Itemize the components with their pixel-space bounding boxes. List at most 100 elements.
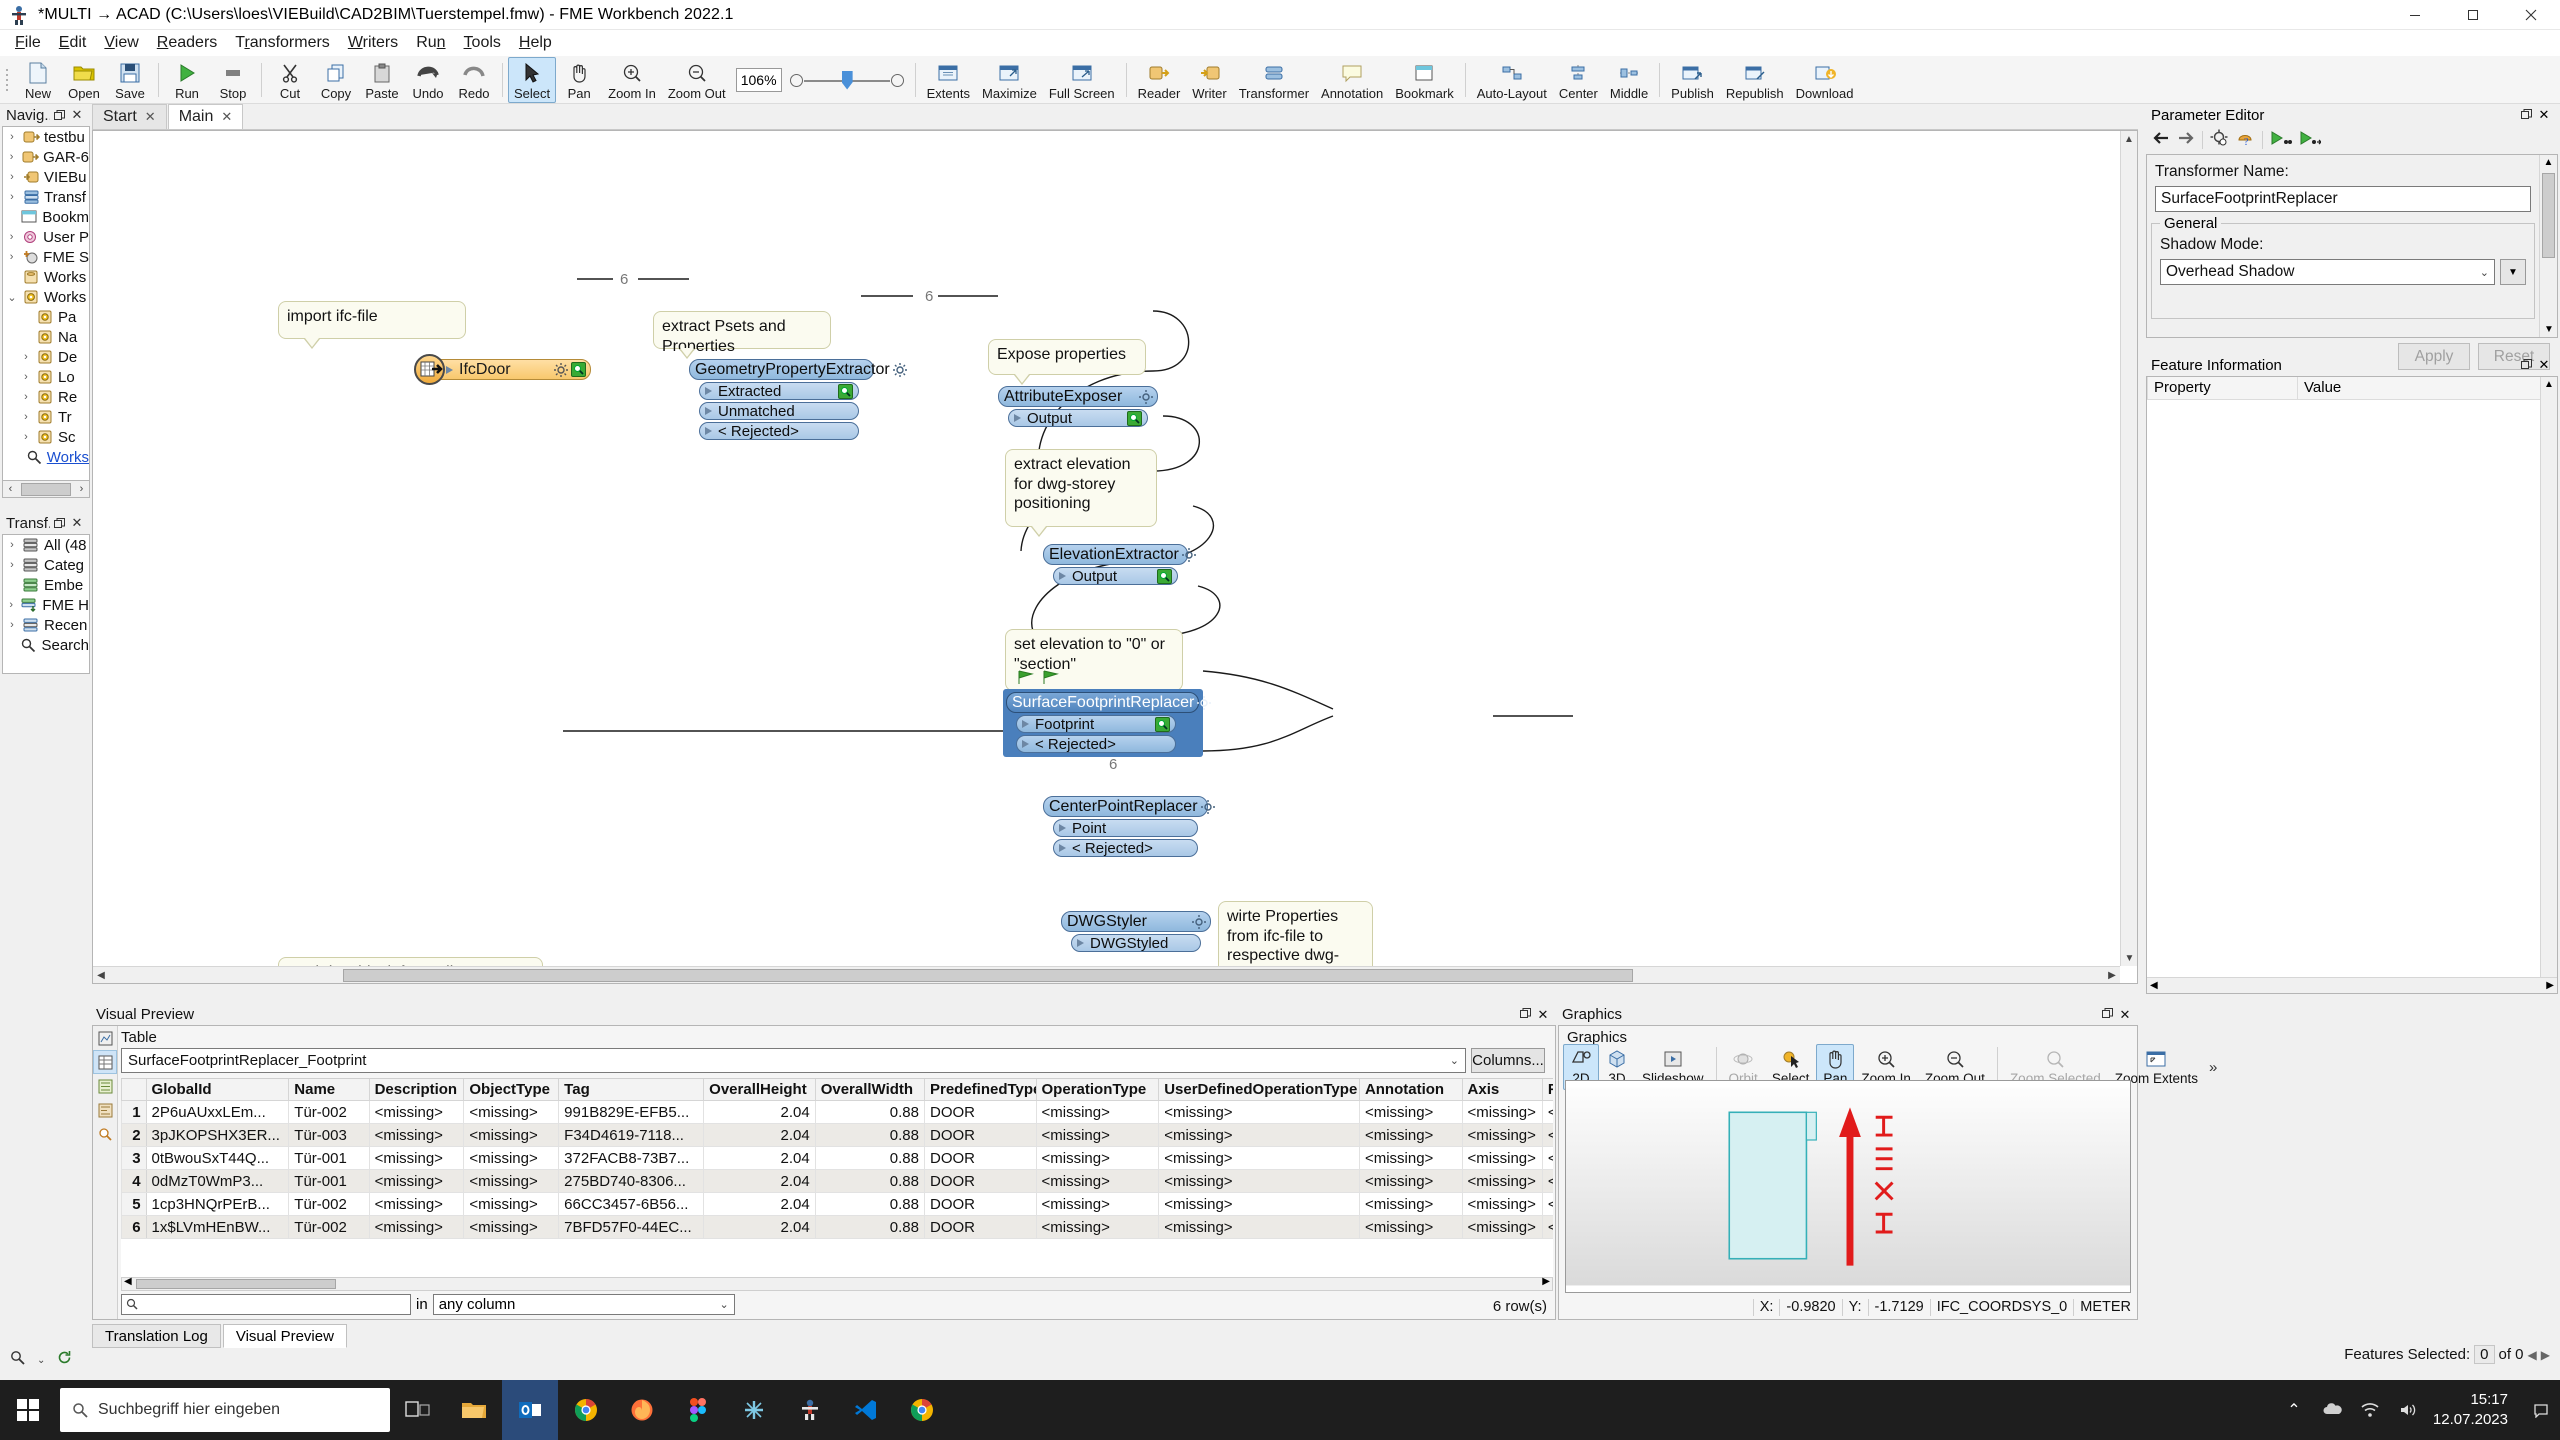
status-refresh-icon[interactable] (57, 1350, 72, 1370)
scroll-left-icon[interactable]: ◀ (124, 1276, 132, 1287)
menu-item-view[interactable]: View (95, 31, 147, 55)
canvas-hscrollbar[interactable]: ◀ ▶ (93, 966, 2120, 983)
scroll-right-icon[interactable]: ▶ (1542, 1276, 1550, 1287)
vp-tab-list-icon[interactable] (93, 1074, 117, 1098)
table-row[interactable]: 4 0dMzT0WmP3... Tür-001 <missing> <missing> 2… (121, 1169, 1553, 1193)
help-icon[interactable]: ? (2236, 129, 2255, 152)
port-rejected-sfr[interactable]: < Rejected> (1016, 735, 1176, 753)
menu-item-run[interactable]: Run (407, 31, 454, 55)
table-row[interactable]: 3 0tBwouSxT44Q... Tür-001 <missing> <missing… (121, 1146, 1553, 1170)
minimize-button[interactable] (2386, 0, 2444, 30)
scroll-up-icon[interactable]: ▲ (2540, 155, 2557, 168)
fme-icon[interactable] (782, 1380, 838, 1440)
toolbar-grip[interactable] (4, 63, 11, 97)
windows-start-icon[interactable] (0, 1380, 56, 1440)
toolbar-stop-button[interactable]: Stop (210, 57, 256, 103)
onedrive-icon[interactable] (2313, 1380, 2351, 1440)
scroll-right-icon[interactable]: ▶ (2104, 970, 2120, 981)
table-hscrollbar[interactable]: ◀ ▶ (121, 1276, 1553, 1291)
transformer-name-input[interactable]: SurfaceFootprintReplacer (2155, 186, 2531, 212)
maximize-button[interactable] (2444, 0, 2502, 30)
feature-information-float-button[interactable] (2517, 357, 2535, 374)
table-col-objecttype[interactable]: ObjectType (463, 1079, 560, 1101)
toolbar-download-button[interactable]: Download (1790, 57, 1860, 103)
tab-main[interactable]: Main ✕ (167, 104, 244, 129)
toolbar-run-button[interactable]: Run (164, 57, 210, 103)
gear-icon[interactable] (1181, 547, 1196, 562)
scroll-up-icon[interactable]: ▲ (2121, 131, 2137, 147)
vscode-icon[interactable] (838, 1380, 894, 1440)
vp-tab-info-icon[interactable] (93, 1098, 117, 1122)
port-output-elevationextractor[interactable]: Output (1053, 567, 1178, 585)
scroll-down-icon[interactable]: ▼ (2540, 324, 2558, 335)
port-unmatched[interactable]: Unmatched (699, 402, 859, 420)
port-dwgstyled[interactable]: DWGStyled (1071, 934, 1201, 952)
node-dwgstyler-header[interactable]: DWGStyler (1061, 911, 1211, 932)
scroll-left-icon[interactable]: ‹ (3, 483, 18, 495)
toolbar-annotation-button[interactable]: Annotation (1315, 57, 1389, 103)
inspect-icon[interactable] (571, 362, 586, 377)
search-input[interactable] (121, 1293, 411, 1315)
run-to-here-icon[interactable] (2270, 130, 2292, 151)
gear-icon[interactable] (892, 362, 907, 377)
columns-button[interactable]: Columns... (1471, 1048, 1545, 1073)
shadow-mode-dropdown-button[interactable]: ▼ (2500, 259, 2526, 285)
toolbar-undo-button[interactable]: Undo (405, 57, 451, 103)
table-col-userdefinedoperationtype[interactable]: UserDefinedOperationType (1158, 1079, 1360, 1101)
navigator-item-4[interactable]: Bookm (3, 207, 89, 227)
network-icon[interactable] (2351, 1380, 2389, 1440)
file-explorer-icon[interactable] (446, 1380, 502, 1440)
search-input-field[interactable] (144, 1294, 394, 1314)
navigator-item-0[interactable]: › testbu (3, 127, 89, 147)
transformers-close-button[interactable]: ✕ (68, 514, 86, 532)
parameter-editor-float-button[interactable] (2517, 107, 2535, 124)
preview-table-wrapper[interactable]: GlobalId Name Description ObjectType Tag Over… (121, 1078, 1553, 1277)
toolbar-extents-button[interactable]: Extents (921, 57, 976, 103)
toolbar-writer-button[interactable]: Writer (1186, 57, 1232, 103)
expand-arrow-icon[interactable]: › (5, 619, 19, 631)
features-prev-icon[interactable]: ◀ (2528, 1348, 2537, 1362)
parameter-editor-close-button[interactable]: ✕ (2535, 107, 2553, 123)
menu-item-tools[interactable]: Tools (455, 31, 510, 55)
forward-arrow-icon[interactable] (2177, 130, 2195, 151)
navigator-item-10[interactable]: Na (3, 327, 89, 347)
toolbar-select-button[interactable]: Select (508, 56, 557, 103)
navigator-close-button[interactable]: ✕ (68, 106, 86, 124)
transformers-item-4[interactable]: › Recen (3, 615, 89, 635)
node-geometrypropertyextractor-header[interactable]: GeometryPropertyExtractor (689, 359, 907, 380)
canvas-vscrollbar[interactable]: ▲ ▼ (2120, 131, 2137, 966)
scroll-right-icon[interactable]: › (74, 483, 89, 495)
navigator-item-12[interactable]: › Lo (3, 367, 89, 387)
node-surfacefootprintreplacer[interactable]: SurfaceFootprintReplacer Footprint < Rej… (1003, 689, 1212, 757)
graphics-overflow-button[interactable]: » (2205, 1059, 2221, 1076)
gear-icon[interactable] (1192, 914, 1206, 929)
toolbar-middle-button[interactable]: Middle (1604, 57, 1654, 103)
toolbar-new-button[interactable]: New (15, 57, 61, 103)
toolbar-fullscreen-button[interactable]: Full Screen (1043, 57, 1121, 103)
transformers-item-1[interactable]: › Categ (3, 555, 89, 575)
table-col-overallwidth[interactable]: OverallWidth (814, 1079, 925, 1101)
table-row[interactable]: 5 1cp3HNQrPErB... Tür-002 <missing> <missing… (121, 1192, 1553, 1216)
back-arrow-icon[interactable] (2152, 130, 2170, 151)
transformers-item-0[interactable]: › All (48 (3, 535, 89, 555)
chevron-up-icon[interactable]: ⌃ (2275, 1380, 2313, 1440)
transformers-tree[interactable]: › All (48 › Categ Embe › FME H › Recen Search (2, 534, 90, 674)
figma-icon[interactable] (670, 1380, 726, 1440)
table-col-footpri[interactable]: FootPri (1541, 1079, 1553, 1101)
transformers-float-button[interactable] (50, 514, 68, 532)
taskbar-clock[interactable]: 15:17 12.07.2023 (2427, 1390, 2522, 1431)
menu-item-help[interactable]: Help (510, 31, 561, 55)
port-point[interactable]: Point (1053, 819, 1198, 837)
inspect-icon[interactable] (1127, 410, 1142, 426)
canvas-scroll-thumb[interactable] (343, 969, 1633, 982)
toolbar-transformer-button[interactable]: Transformer (1233, 57, 1315, 103)
expand-arrow-icon[interactable]: › (19, 431, 33, 443)
graphics-viewport[interactable] (1565, 1080, 2131, 1293)
node-elevationextractor-header[interactable]: ElevationExtractor (1043, 544, 1196, 565)
transformers-item-3[interactable]: › FME H (3, 595, 89, 615)
navigator-item-15[interactable]: › Sc (3, 427, 89, 447)
navigator-item-1[interactable]: › GAR-6 (3, 147, 89, 167)
navigator-scroll-thumb[interactable] (21, 482, 71, 496)
annotation-note-4[interactable]: extract elevation for dwg-storey positio… (1005, 449, 1157, 537)
inspect-icon[interactable] (1157, 568, 1172, 584)
